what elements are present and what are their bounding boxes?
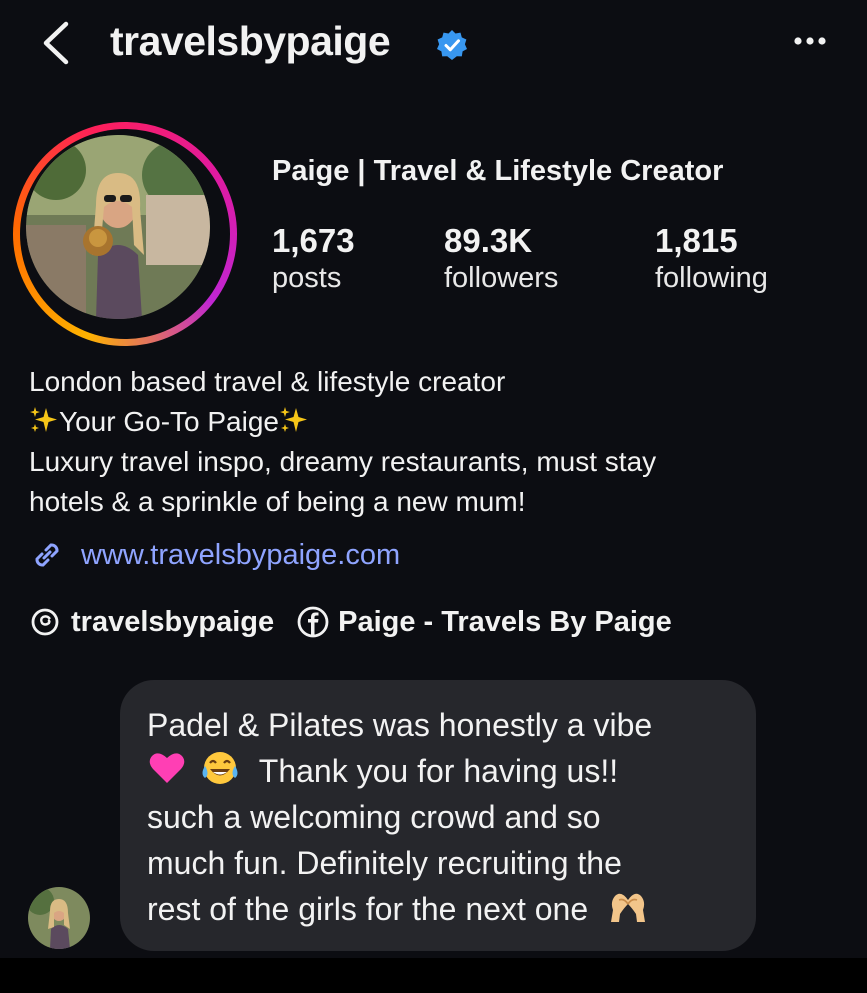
following-count: 1,815 xyxy=(655,222,738,259)
posts-label: posts xyxy=(272,262,342,294)
message-line: such a welcoming crowd and so xyxy=(147,799,601,835)
profile-username: travelsbypaige xyxy=(110,18,391,64)
profile-display-name: Paige | Travel & Lifestyle Creator xyxy=(272,155,724,187)
message-line: much fun. Definitely recruiting the xyxy=(147,845,622,881)
tears-of-joy-icon xyxy=(202,752,238,784)
followers-count: 89.3K xyxy=(444,222,533,259)
threads-icon xyxy=(31,608,59,636)
bio-tagline-text: Your Go-To Paige xyxy=(59,406,279,437)
chevron-left-icon[interactable] xyxy=(38,18,78,68)
sparkles-icon xyxy=(30,407,57,432)
message-line-text: Thank you for having us!! xyxy=(258,753,619,789)
more-options-icon[interactable] xyxy=(790,26,830,56)
message-line-with-emoji: rest of the girls for the next one xyxy=(147,886,649,932)
verified-badge-icon xyxy=(437,30,467,60)
facebook-page-name: Paige - Travels By Paige xyxy=(338,605,672,638)
website-url: www.travelsbypaige.com xyxy=(81,538,401,571)
profile-header: travelsbypaige xyxy=(0,0,867,90)
link-icon xyxy=(35,543,59,567)
message-line: Padel & Pilates was honestly a vibe xyxy=(147,707,653,743)
threads-link[interactable]: travelsbypaige xyxy=(29,606,274,639)
message-line-text: rest of the girls for the next one xyxy=(147,891,589,927)
heart-hands-icon xyxy=(611,893,646,922)
facebook-link[interactable]: Paige - Travels By Paige xyxy=(296,605,672,639)
threads-handle: travelsbypaige xyxy=(71,605,275,638)
social-links: travelsbypaige Paige - Travels By Paige xyxy=(29,600,672,644)
following-label: following xyxy=(655,262,768,294)
facebook-icon xyxy=(297,606,329,638)
message-line-with-emoji: Thank you for having us!! xyxy=(147,748,618,794)
pink-heart-icon xyxy=(149,753,185,783)
message-sender-avatar[interactable] xyxy=(28,887,90,949)
bio-line: London based travel & lifestyle creator xyxy=(29,366,506,397)
bio-line: hotels & a sprinkle of being a new mum! xyxy=(29,486,526,517)
profile-avatar-story-ring[interactable] xyxy=(13,122,237,346)
message-bubble[interactable]: Padel & Pilates was honestly a vibe Than… xyxy=(120,680,756,951)
bio-tagline: Your Go-To Paige xyxy=(29,402,829,442)
profile-avatar xyxy=(26,135,210,319)
bio-line: Luxury travel inspo, dreamy restaurants,… xyxy=(29,446,657,477)
sparkles-icon xyxy=(280,407,307,432)
followers-label: followers xyxy=(444,262,559,294)
posts-stat[interactable]: 1,673 posts xyxy=(272,222,355,296)
bottom-bar xyxy=(0,958,867,993)
followers-stat[interactable]: 89.3K followers xyxy=(444,222,558,296)
profile-bio: London based travel & lifestyle creator … xyxy=(29,362,829,522)
website-link[interactable]: www.travelsbypaige.com xyxy=(29,533,400,577)
following-stat[interactable]: 1,815 following xyxy=(655,222,768,296)
posts-count: 1,673 xyxy=(272,222,355,259)
